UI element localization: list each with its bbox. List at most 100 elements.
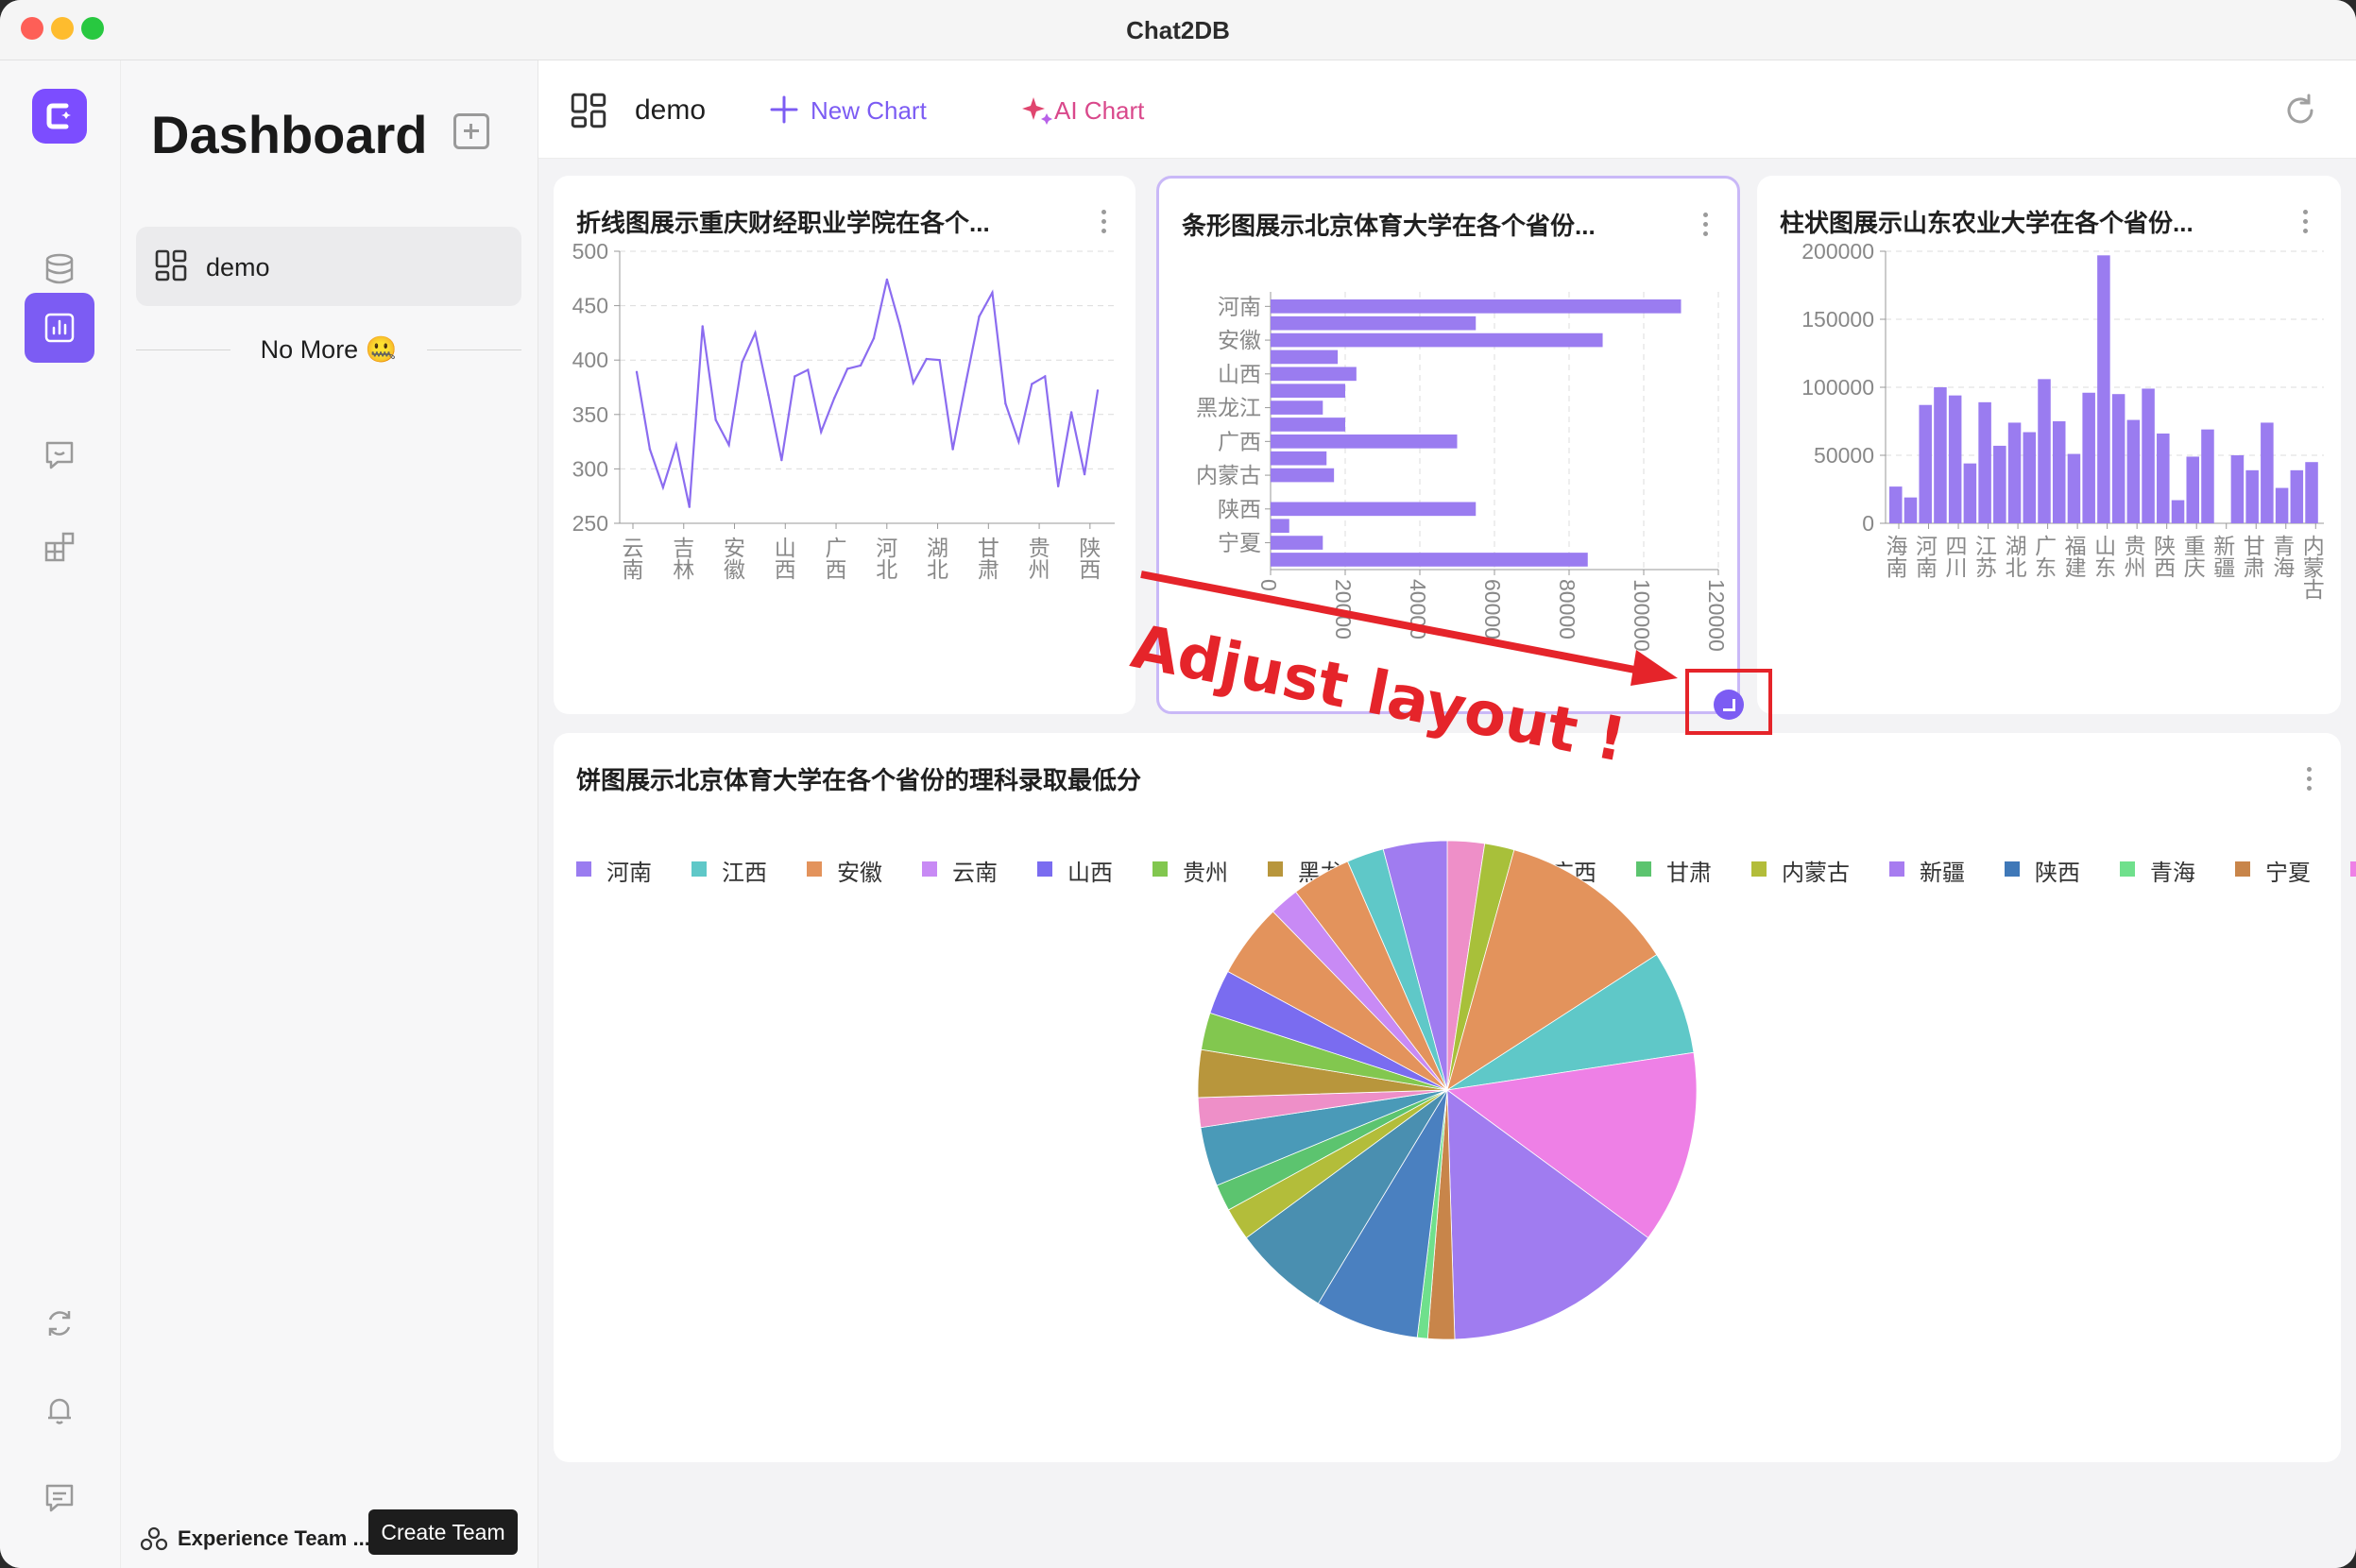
line-point <box>820 431 823 434</box>
hbar <box>1271 468 1335 483</box>
line-point <box>978 315 981 318</box>
hbar <box>1271 383 1345 399</box>
dashboard-name: demo <box>635 94 707 126</box>
vbar <box>2186 456 2200 523</box>
hbar <box>1271 315 1477 331</box>
chat-bot-icon <box>45 441 74 469</box>
line-point <box>925 357 928 361</box>
y-tick-label: 200000 <box>1801 239 1874 264</box>
sidebar-item-label: demo <box>206 253 270 281</box>
line-point <box>832 397 836 400</box>
x-tick-label: 云南 <box>619 537 643 580</box>
new-chart-label: New Chart <box>811 96 927 125</box>
app-window: Chat2DB Dashboard demo No More 🤐 Experie… <box>0 0 2356 1568</box>
line-point <box>1031 383 1033 385</box>
no-more-text: No More 🤐 <box>260 335 398 364</box>
x-tick-label: 陕西 <box>2151 535 2176 578</box>
y-tick-label: 河南 <box>1218 294 1261 318</box>
y-tick-label: 250 <box>572 511 608 536</box>
hbar <box>1271 519 1289 534</box>
y-tick-label: 400 <box>572 348 608 372</box>
legend-swatch <box>2350 861 2356 877</box>
vbar <box>2201 429 2214 523</box>
line-point <box>859 364 862 367</box>
vbar <box>1948 395 1962 523</box>
y-tick-label: 安徽 <box>1218 328 1261 352</box>
line-point <box>635 370 639 374</box>
line-point <box>1083 472 1086 476</box>
y-tick-label: 黑龙江 <box>1196 396 1261 420</box>
x-tick-label: 青海 <box>2270 535 2296 578</box>
rail-dashboard-button[interactable] <box>25 293 94 363</box>
add-dashboard-button[interactable] <box>453 113 489 149</box>
vbar <box>1963 463 1977 523</box>
line-point <box>688 505 691 508</box>
rail-notifications-button[interactable] <box>25 1375 94 1445</box>
line-series <box>635 279 1100 507</box>
vbar <box>2082 392 2095 523</box>
chart-card-line[interactable]: 折线图展示重庆财经职业学院在各个... 250 300 350 400 450 500 云南… <box>554 176 1135 714</box>
ai-chart-label: AI Chart <box>1054 96 1145 125</box>
x-tick-label: 福建 <box>2061 535 2087 578</box>
y-tick-label: 450 <box>572 294 608 318</box>
vbar <box>1919 404 1932 523</box>
line-point <box>1004 402 1007 405</box>
vbar <box>2157 433 2170 523</box>
y-tick-label: 陕西 <box>1218 497 1261 521</box>
line-point <box>741 361 743 364</box>
vbar <box>2230 455 2245 523</box>
rail-sync-button[interactable] <box>25 1288 94 1358</box>
create-team-button[interactable]: Create Team <box>368 1509 518 1555</box>
message-icon <box>45 1484 74 1512</box>
sidebar-item-demo[interactable]: demo <box>136 227 521 306</box>
x-tick-label: 甘肃 <box>974 537 999 580</box>
database-icon <box>45 253 74 284</box>
vbar <box>2171 500 2185 523</box>
hbar <box>1271 349 1339 365</box>
chat2db-logo-icon[interactable] <box>32 89 87 144</box>
vbar <box>2261 422 2274 523</box>
hbar <box>1271 366 1357 382</box>
vbar <box>1889 486 1903 523</box>
rail-chat-button[interactable] <box>25 419 94 489</box>
line-point <box>938 359 941 362</box>
dashboard-sidebar: Dashboard demo No More 🤐 Experience Team… <box>121 60 538 1568</box>
y-tick-label: 500 <box>572 239 608 264</box>
x-tick-label: 山东 <box>2091 535 2116 578</box>
vbar <box>2275 487 2289 523</box>
line-point <box>1069 411 1073 414</box>
y-tick-label: 150000 <box>1801 307 1874 332</box>
x-tick-label: 山西 <box>771 537 795 580</box>
vbar <box>1934 387 1947 523</box>
dashboard-grid-icon <box>155 249 187 281</box>
refresh-icon[interactable] <box>2282 93 2318 128</box>
team-name[interactable]: Experience Team ... <box>178 1526 370 1551</box>
line-point <box>1044 375 1047 378</box>
vbar <box>2023 432 2037 523</box>
x-tick-label: 湖北 <box>924 537 949 580</box>
x-tick-label: 陕西 <box>1076 537 1101 580</box>
y-tick-label: 100000 <box>1801 375 1874 400</box>
chart-card-pie[interactable]: 饼图展示北京体育大学在各个省份的理科录取最低分 河南江西安徽云南山西贵州黑龙江吉… <box>554 733 2356 1462</box>
rail-feedback-button[interactable] <box>25 1462 94 1532</box>
line-point <box>780 458 783 462</box>
team-icon <box>140 1526 168 1551</box>
vbar <box>1904 497 1918 523</box>
vbar <box>2007 422 2022 523</box>
plugins-icon <box>44 532 75 562</box>
x-tick-label: 120000 <box>1704 579 1729 652</box>
vbar <box>1978 401 1991 523</box>
line-point <box>1096 389 1100 392</box>
x-tick-label: 广东 <box>2032 535 2057 578</box>
hbar <box>1271 502 1477 517</box>
chart-card-vbar[interactable]: 柱状图展示山东农业大学在各个省份... 0 50000 100000 150000 20… <box>1757 176 2341 714</box>
y-tick-label: 350 <box>572 402 608 427</box>
window-title: Chat2DB <box>1126 16 1230 44</box>
line-point <box>794 375 796 378</box>
y-tick-label: 内蒙古 <box>1196 463 1261 487</box>
hbar <box>1271 299 1682 314</box>
x-tick-label: 内蒙古 <box>2299 535 2324 600</box>
chart-resize-handle[interactable] <box>1714 690 1744 720</box>
hbar <box>1271 418 1345 432</box>
rail-plugins-button[interactable] <box>25 512 94 582</box>
